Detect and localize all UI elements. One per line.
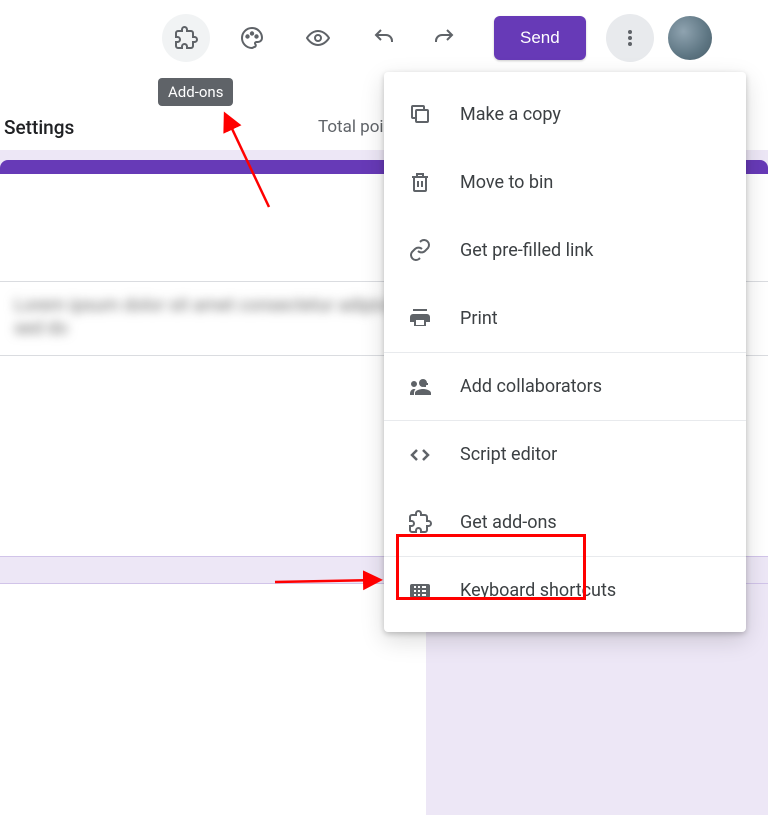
puzzle-icon	[408, 510, 432, 534]
menu-item-get-addons[interactable]: Get add-ons	[384, 488, 746, 556]
form-lower-white	[0, 584, 426, 815]
addons-tooltip: Add-ons	[158, 78, 233, 106]
undo-icon	[372, 26, 396, 50]
menu-item-move-bin[interactable]: Move to bin	[384, 148, 746, 216]
menu-item-make-copy[interactable]: Make a copy	[384, 80, 746, 148]
menu-item-label: Add collaborators	[460, 376, 602, 397]
total-points-label: Total poi	[318, 108, 384, 146]
menu-item-label: Keyboard shortcuts	[460, 580, 616, 601]
menu-item-collaborators[interactable]: Add collaborators	[384, 352, 746, 420]
keyboard-icon	[408, 579, 432, 603]
toolbar: Send	[0, 12, 768, 64]
menu-item-prefilled[interactable]: Get pre-filled link	[384, 216, 746, 284]
theme-button[interactable]	[228, 14, 276, 62]
print-icon	[408, 306, 432, 330]
menu-item-label: Move to bin	[460, 172, 553, 193]
menu-item-label: Print	[460, 308, 498, 329]
copy-icon	[408, 102, 432, 126]
form-desc-text: Lorem ipsum dolor sit amet consectetur a…	[14, 294, 428, 344]
send-button[interactable]: Send	[494, 16, 586, 60]
menu-item-shortcuts[interactable]: Keyboard shortcuts	[384, 556, 746, 624]
tab-settings[interactable]: Settings	[4, 116, 74, 139]
link-icon	[408, 238, 432, 262]
code-icon	[408, 443, 432, 467]
menu-item-label: Make a copy	[460, 104, 561, 125]
trash-icon	[408, 170, 432, 194]
more-menu: Make a copy Move to bin Get pre-filled l…	[384, 72, 746, 632]
more-menu-button[interactable]	[606, 14, 654, 62]
more-vert-icon	[618, 26, 642, 50]
menu-item-label: Get add-ons	[460, 512, 557, 533]
send-button-label: Send	[520, 28, 560, 48]
redo-icon	[432, 26, 456, 50]
eye-icon	[306, 26, 330, 50]
menu-item-label: Script editor	[460, 444, 557, 465]
palette-icon	[240, 26, 264, 50]
menu-item-label: Get pre-filled link	[460, 240, 593, 261]
menu-item-print[interactable]: Print	[384, 284, 746, 352]
puzzle-icon	[174, 26, 198, 50]
add-collaborators-icon	[408, 375, 432, 399]
preview-button[interactable]	[294, 14, 342, 62]
undo-button[interactable]	[360, 14, 408, 62]
addons-toolbar-button[interactable]	[162, 14, 210, 62]
account-avatar[interactable]	[668, 16, 712, 60]
redo-button[interactable]	[420, 14, 468, 62]
menu-item-script[interactable]: Script editor	[384, 420, 746, 488]
